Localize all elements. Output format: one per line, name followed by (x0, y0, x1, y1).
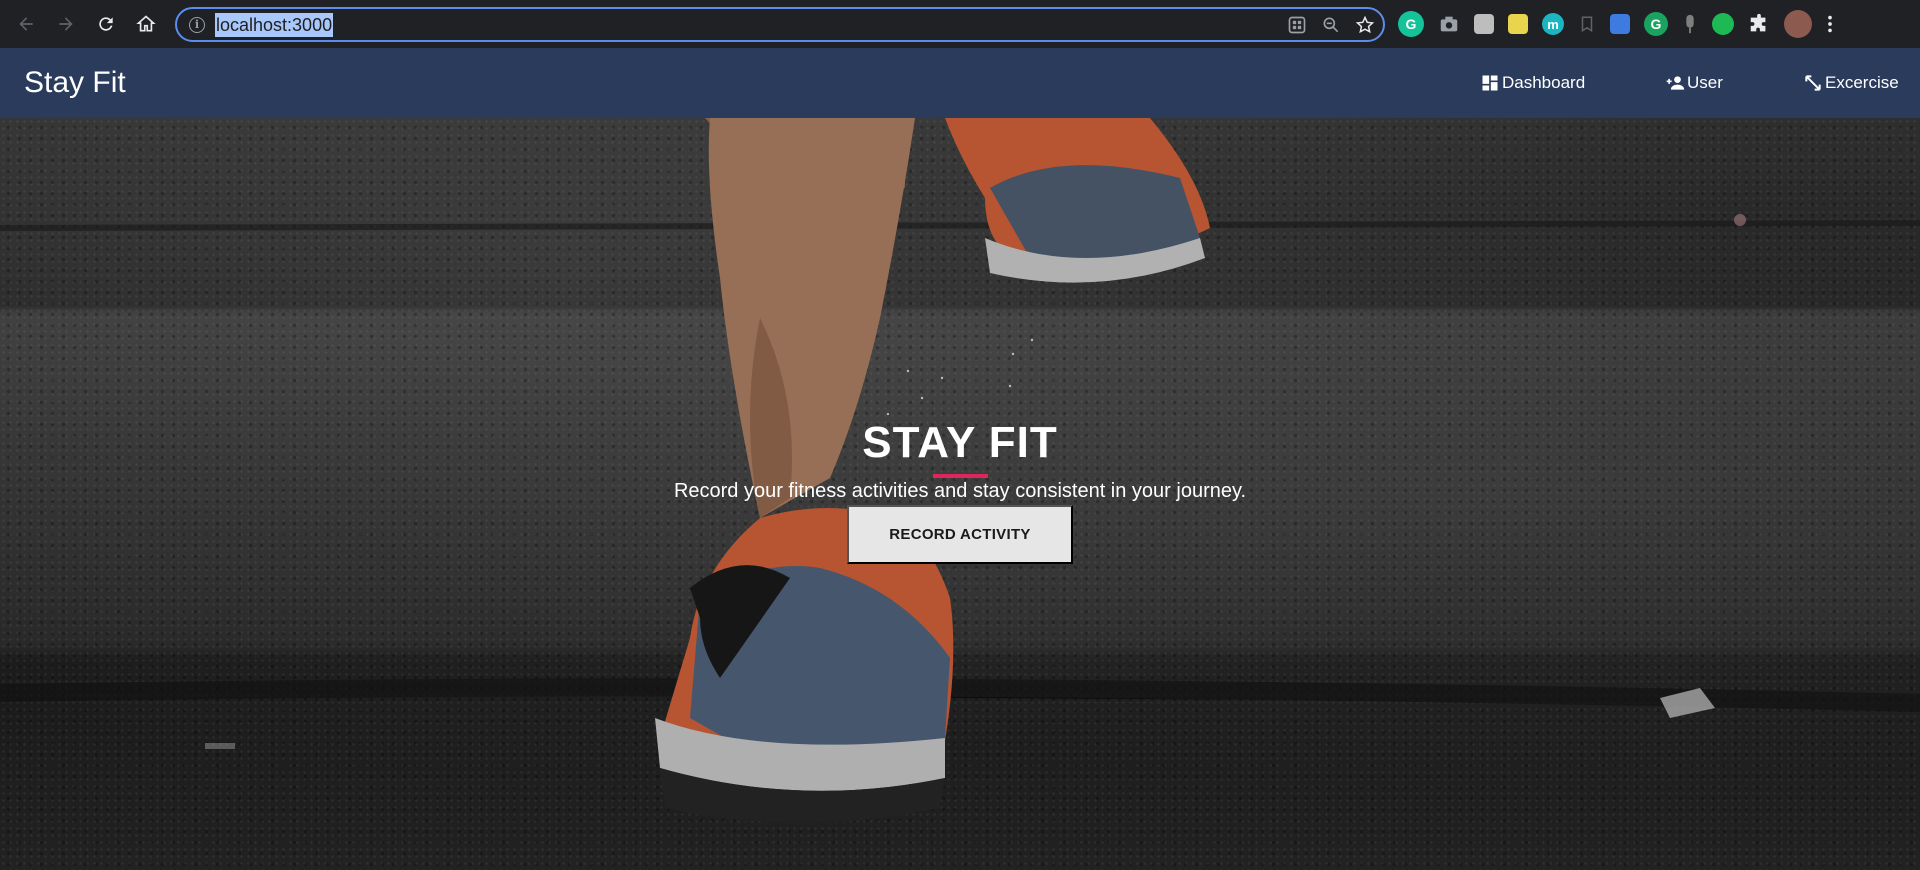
extensions-tray: G m G (1398, 8, 1834, 40)
hero-section: STAY FIT Record your fitness activities … (0, 118, 1920, 870)
nav-dashboard-label: Dashboard (1502, 73, 1586, 92)
nav-dashboard-link[interactable]: Dashboard (1480, 73, 1585, 93)
profile-avatar[interactable] (1784, 10, 1812, 38)
nav-exercise-link[interactable]: Excercise (1803, 73, 1899, 93)
url-text[interactable]: localhost:3000 (215, 12, 334, 37)
info-icon[interactable]: i (189, 16, 205, 33)
hero-content: STAY FIT Record your fitness activities … (0, 118, 1920, 870)
fitness-icon (1805, 75, 1821, 91)
brand-logo[interactable]: Stay Fit (24, 66, 126, 100)
grammarly-g-icon[interactable]: G (1644, 12, 1668, 36)
nav-user-label: User (1687, 73, 1723, 92)
title-underline (933, 474, 988, 478)
home-icon (136, 15, 156, 32)
kebab-menu-icon[interactable] (1826, 13, 1834, 35)
ext-m-icon[interactable]: m (1542, 13, 1564, 35)
zoom-icon[interactable] (1321, 15, 1341, 35)
camera-icon[interactable] (1438, 13, 1460, 35)
arrow-left-icon (19, 17, 33, 31)
back-button[interactable] (6, 0, 46, 48)
address-bar[interactable]: i localhost:3000 (175, 7, 1385, 42)
nav-exercise-label: Excercise (1825, 73, 1899, 92)
home-button[interactable] (126, 0, 166, 48)
bookmark-icon[interactable] (1578, 14, 1596, 34)
grammarly-icon[interactable]: G (1398, 11, 1424, 37)
star-icon[interactable] (1355, 15, 1375, 35)
reload-icon (99, 17, 113, 31)
person-add-icon (1666, 76, 1685, 90)
browser-toolbar: i localhost:3000 G m G (0, 0, 1920, 48)
nav-user-link[interactable]: User (1665, 73, 1723, 93)
qr-code-icon[interactable] (1287, 15, 1307, 35)
record-activity-button[interactable]: RECORD ACTIVITY (847, 505, 1073, 564)
forward-button[interactable] (46, 0, 86, 48)
mic-icon[interactable] (1682, 13, 1698, 35)
arrow-right-icon (59, 17, 73, 31)
ext-yellow-icon[interactable] (1508, 14, 1528, 34)
dashboard-icon (1482, 75, 1498, 91)
reload-button[interactable] (86, 0, 126, 48)
ext-square-icon[interactable] (1474, 14, 1494, 34)
spotify-icon[interactable] (1712, 13, 1734, 35)
hero-title: STAY FIT (862, 418, 1058, 467)
resize-icon[interactable] (1610, 14, 1630, 34)
app-navbar: Stay Fit Dashboard User Excercise (0, 48, 1920, 118)
puzzle-icon[interactable] (1748, 13, 1770, 35)
hero-subtitle: Record your fitness activities and stay … (673, 480, 1247, 502)
